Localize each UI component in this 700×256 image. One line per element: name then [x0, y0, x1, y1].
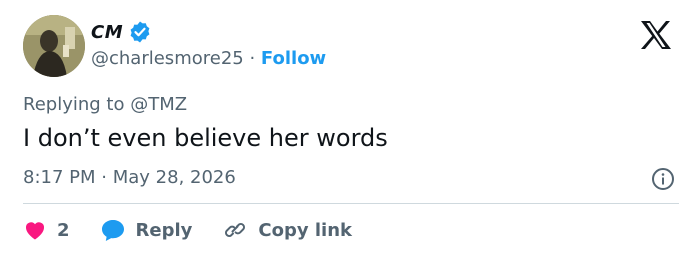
verified-badge-icon	[130, 21, 150, 43]
heart-icon	[25, 222, 45, 240]
tweet-text: I don’t even believe her words	[23, 124, 388, 152]
divider	[23, 203, 679, 204]
tweet-actions: 2 Reply Copy link	[23, 214, 382, 246]
x-logo-icon[interactable]	[640, 20, 672, 50]
follow-button[interactable]: Follow	[261, 48, 326, 69]
timestamp-separator: ·	[101, 167, 107, 188]
like-count: 2	[57, 219, 70, 241]
avatar-photo	[23, 15, 85, 77]
author-handle[interactable]: @charlesmore25	[91, 48, 244, 69]
author-name-row: CM	[91, 20, 152, 44]
author-handle-row: @charlesmore25 · Follow	[91, 48, 326, 69]
tweet-timestamp[interactable]: 8:17 PM · May 28, 2026	[23, 167, 236, 188]
reply-button[interactable]: Reply	[100, 218, 193, 242]
reply-label: Reply	[135, 219, 193, 241]
reply-bubble-icon	[101, 220, 124, 241]
replying-to-text: Replying to @TMZ	[23, 94, 188, 115]
author-display-name[interactable]: CM	[91, 22, 123, 43]
copy-link-button[interactable]: Copy link	[222, 218, 352, 242]
link-icon	[225, 223, 246, 237]
tweet-time: 8:17 PM	[23, 167, 96, 188]
info-icon[interactable]	[651, 167, 675, 191]
handle-separator: ·	[249, 48, 256, 69]
avatar[interactable]	[23, 15, 85, 77]
copy-link-label: Copy link	[258, 219, 352, 241]
tweet-date: May 28, 2026	[112, 167, 236, 188]
like-button[interactable]: 2	[23, 218, 70, 242]
